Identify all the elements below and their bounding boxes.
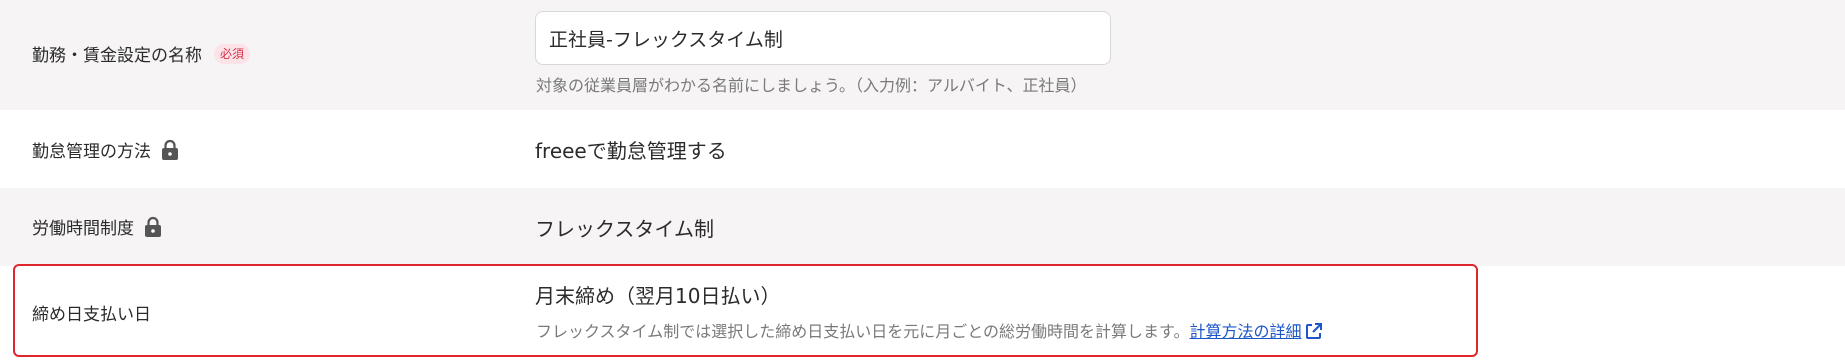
closing-payday-help: フレックスタイム制では選択した締め日支払い日を元に月ごとの総労働時間を計算します…	[536, 322, 1190, 341]
external-link-icon[interactable]	[1305, 322, 1323, 340]
setting-name-label-group: 勤務・賃金設定の名称 必須	[32, 41, 251, 66]
attendance-method-label: 勤怠管理の方法	[32, 142, 151, 162]
attendance-method-row: 勤怠管理の方法 freeeで勤怠管理する	[0, 110, 1845, 188]
required-badge: 必須	[214, 43, 251, 64]
closing-payday-label-group: 締め日支払い日	[32, 300, 151, 325]
attendance-method-label-group: 勤怠管理の方法	[32, 137, 179, 162]
setting-name-row: 勤務・賃金設定の名称 必須 対象の従業員層がわかる名前にしましょう。（入力例：ア…	[0, 0, 1845, 110]
closing-payday-label: 締め日支払い日	[32, 305, 151, 325]
setting-name-help: 対象の従業員層がわかる名前にしましょう。（入力例：アルバイト、正社員）	[536, 76, 1087, 95]
labor-system-label: 労働時間制度	[32, 219, 134, 239]
calculation-details-link[interactable]: 計算方法の詳細	[1189, 322, 1301, 341]
labor-system-value: フレックスタイム制	[535, 217, 714, 241]
labor-system-label-group: 労働時間制度	[32, 214, 162, 239]
closing-payday-value: 月末締め（翌月10日払い）	[535, 284, 781, 308]
lock-icon	[162, 139, 178, 160]
setting-name-input[interactable]	[535, 11, 1111, 65]
attendance-method-value: freeeで勤怠管理する	[535, 139, 727, 163]
lock-icon	[145, 216, 161, 237]
closing-payday-row: 締め日支払い日 月末締め（翌月10日払い） フレックスタイム制では選択した締め日…	[0, 266, 1845, 361]
setting-name-label: 勤務・賃金設定の名称	[32, 46, 202, 66]
closing-payday-help-group: フレックスタイム制では選択した締め日支払い日を元に月ごとの総労働時間を計算します…	[536, 318, 1323, 342]
labor-system-row: 労働時間制度 フレックスタイム制	[0, 188, 1845, 266]
